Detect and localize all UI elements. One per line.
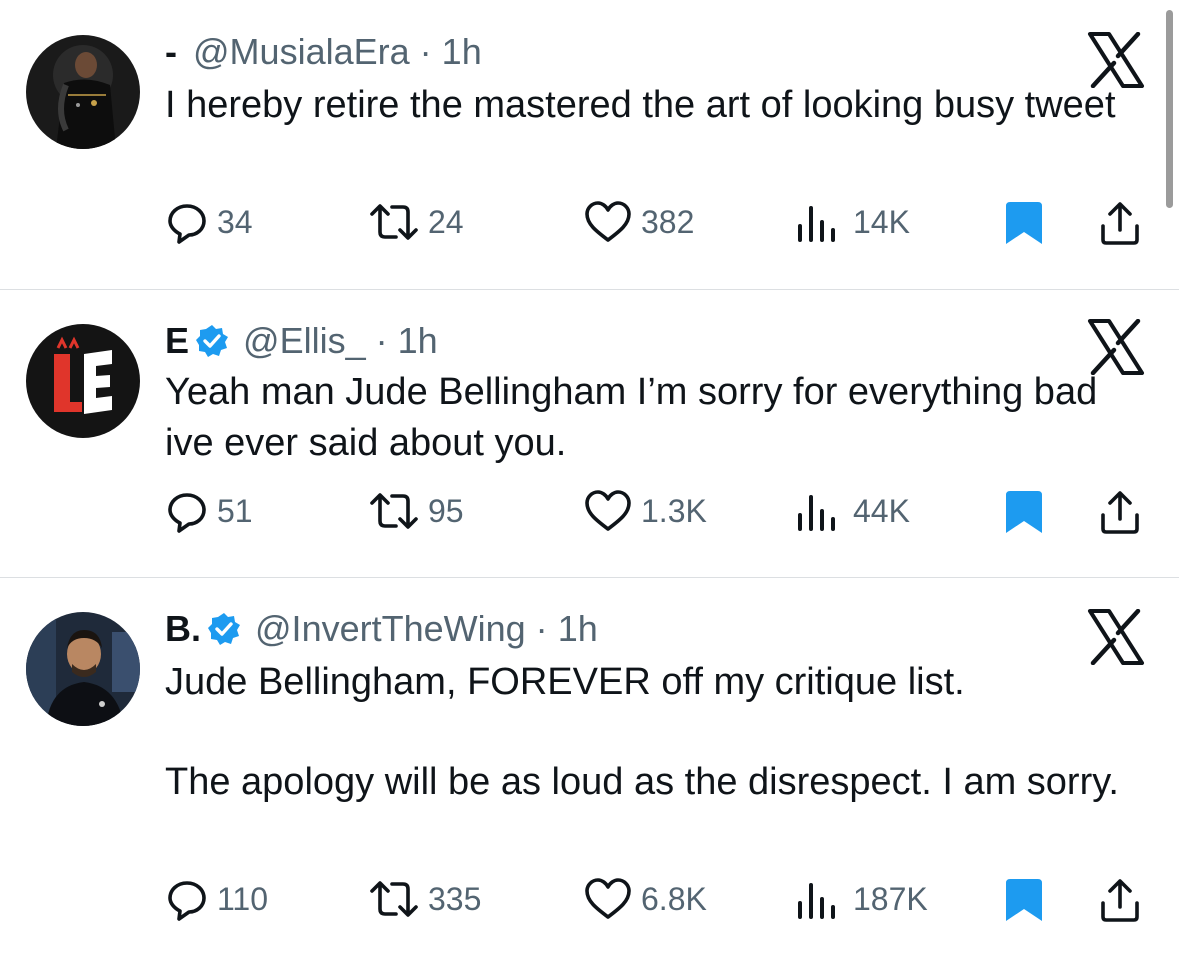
like-count: 1.3K <box>641 492 707 529</box>
tweet-paragraph: Jude Bellingham, FOREVER off my critique… <box>165 661 965 703</box>
timestamp[interactable]: 1h <box>558 608 598 649</box>
reply-button[interactable]: 34 <box>165 200 253 244</box>
retweet-button[interactable]: 24 <box>368 200 464 244</box>
retweet-count: 95 <box>428 492 464 529</box>
dot-separator: · <box>419 31 432 72</box>
bookmark-icon <box>1006 879 1042 921</box>
like-count: 382 <box>641 203 695 240</box>
like-icon <box>585 490 631 531</box>
avatar[interactable] <box>26 35 140 149</box>
retweet-icon <box>370 204 418 240</box>
views-icon <box>798 495 835 531</box>
share-icon <box>1101 491 1139 534</box>
handle[interactable]: @MusialaEra <box>193 31 410 72</box>
bookmark-button[interactable] <box>1002 877 1046 923</box>
tweet[interactable]: B. @InvertTheWing · 1h Jude Bellingham, … <box>0 579 1179 959</box>
tweet[interactable]: E @Ellis_ · 1h Yeah man Jude Bellingham … <box>0 291 1179 578</box>
views-count: 14K <box>853 203 910 240</box>
verified-badge-icon <box>196 325 229 357</box>
share-button[interactable] <box>1098 877 1142 923</box>
like-button[interactable]: 1.3K <box>583 489 707 533</box>
retweet-button[interactable]: 95 <box>368 489 464 533</box>
share-icon <box>1101 202 1139 245</box>
views-count: 44K <box>853 492 910 529</box>
like-icon <box>585 201 631 242</box>
action-bar: 110 335 6.8K 187K <box>0 877 1179 927</box>
tweet-paragraph: Yeah man Jude Bellingham I’m sorry for e… <box>165 371 1098 464</box>
dot-separator: · <box>535 608 548 649</box>
share-button[interactable] <box>1098 489 1142 535</box>
handle[interactable]: @InvertTheWing <box>255 608 526 649</box>
bookmark-button[interactable] <box>1002 489 1046 535</box>
reply-count: 34 <box>217 203 253 240</box>
retweet-icon <box>370 493 418 529</box>
tweet-text: Yeah man Jude Bellingham I’m sorry for e… <box>165 367 1155 469</box>
views-button[interactable]: 187K <box>795 877 928 921</box>
reply-icon <box>168 881 206 921</box>
action-bar: 34 24 382 14K <box>0 200 1179 250</box>
views-button[interactable]: 44K <box>795 489 910 533</box>
reply-icon <box>168 204 206 244</box>
reply-button[interactable]: 51 <box>165 489 253 533</box>
scrollbar[interactable] <box>1166 10 1173 208</box>
retweet-button[interactable]: 335 <box>368 877 481 921</box>
bookmark-icon <box>1006 491 1042 533</box>
tweet-paragraph: The apology will be as loud as the disre… <box>165 761 1119 803</box>
tweet-text: Jude Bellingham, FOREVER off my critique… <box>165 657 1150 808</box>
display-name[interactable]: B. <box>165 608 201 649</box>
divider <box>0 577 1179 578</box>
dot-separator: · <box>375 320 388 361</box>
views-icon <box>798 883 835 919</box>
reply-count: 51 <box>217 492 253 529</box>
timestamp[interactable]: 1h <box>398 320 438 361</box>
tweet-paragraph: I hereby retire the mastered the art of … <box>165 84 1116 126</box>
verified-badge-icon <box>208 613 240 645</box>
divider <box>0 289 1179 290</box>
avatar[interactable] <box>26 324 140 438</box>
like-count: 6.8K <box>641 880 707 917</box>
tweet[interactable]: - @MusialaEra · 1h I hereby retire the m… <box>0 0 1179 290</box>
tweet-header: - @MusialaEra · 1h <box>165 30 482 74</box>
views-count: 187K <box>853 880 928 917</box>
like-button[interactable]: 6.8K <box>583 877 707 921</box>
views-icon <box>798 206 835 242</box>
reply-button[interactable]: 110 <box>165 877 268 921</box>
action-bar: 51 95 1.3K 44K <box>0 489 1179 539</box>
like-icon <box>585 878 631 919</box>
reply-count: 110 <box>217 880 269 917</box>
bookmark-icon <box>1006 202 1042 244</box>
avatar[interactable] <box>26 612 140 726</box>
tweet-header: B. @InvertTheWing · 1h <box>165 607 598 651</box>
timestamp[interactable]: 1h <box>442 31 482 72</box>
display-name[interactable]: - <box>165 31 177 72</box>
like-button[interactable]: 382 <box>583 200 694 244</box>
reply-icon <box>168 493 206 533</box>
retweet-count: 24 <box>428 203 464 240</box>
tweet-header: E @Ellis_ · 1h <box>165 319 438 363</box>
retweet-count: 335 <box>428 880 482 917</box>
bookmark-button[interactable] <box>1002 200 1046 246</box>
share-button[interactable] <box>1098 200 1142 246</box>
display-name[interactable]: E <box>165 320 189 361</box>
views-button[interactable]: 14K <box>795 200 910 244</box>
tweet-text: I hereby retire the mastered the art of … <box>165 80 1150 131</box>
retweet-icon <box>370 881 418 917</box>
share-icon <box>1101 879 1139 922</box>
tweet-feed: - @MusialaEra · 1h I hereby retire the m… <box>0 0 1179 959</box>
handle[interactable]: @Ellis_ <box>243 320 366 361</box>
